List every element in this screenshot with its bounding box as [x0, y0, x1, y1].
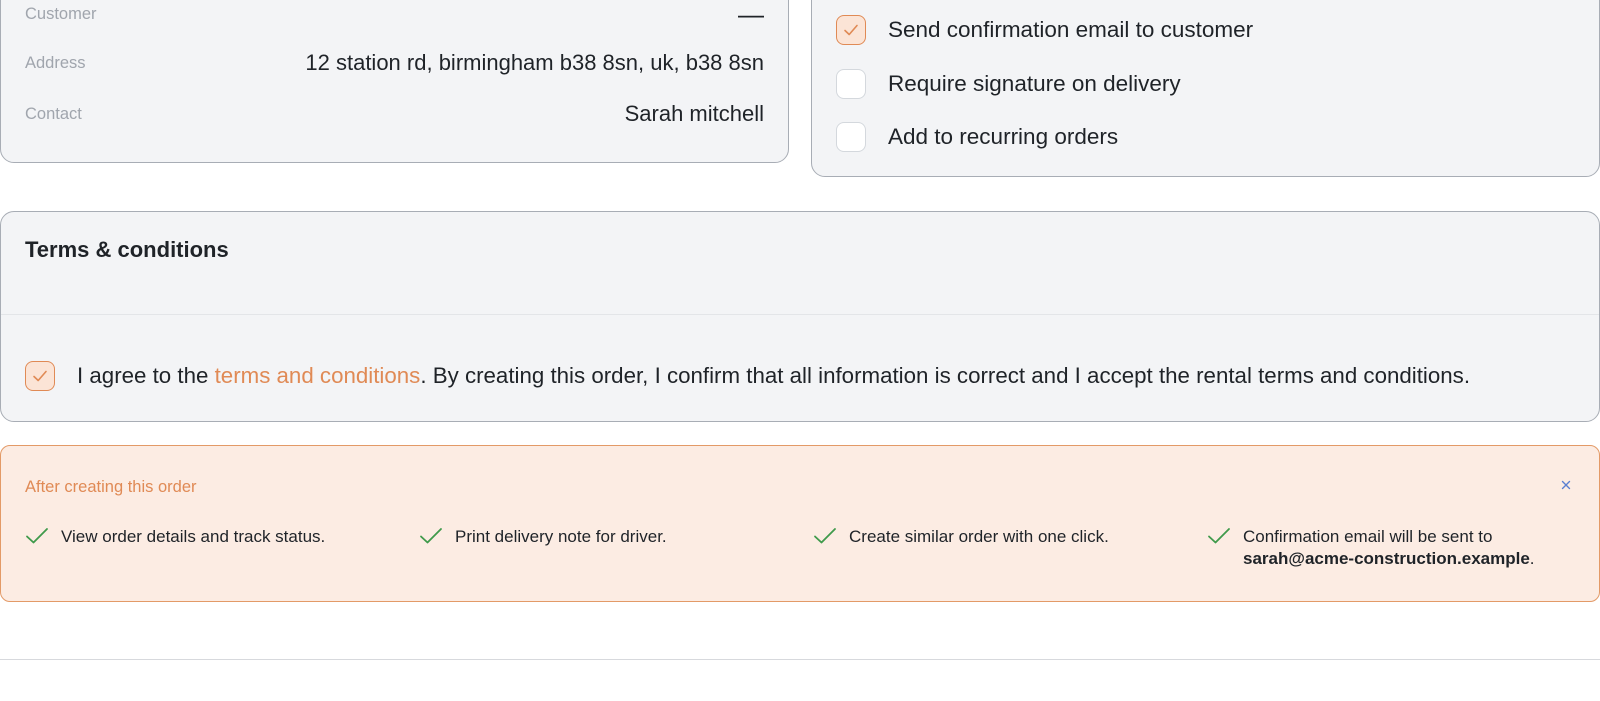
- terms-agree-checkbox[interactable]: [25, 361, 55, 391]
- next-step-text: Create similar order with one click.: [849, 527, 1109, 546]
- contact-label: Contact: [25, 104, 82, 123]
- confirmation-email-prefix: Confirmation email will be sent to: [1243, 527, 1493, 546]
- checkmark-icon: [844, 24, 858, 36]
- recurring-orders-label: Add to recurring orders: [888, 124, 1119, 149]
- after-title: After creating this order: [25, 478, 197, 496]
- require-signature-checkbox[interactable]: [836, 69, 866, 99]
- terms-card: Terms & conditions I agree to the terms …: [0, 211, 1600, 422]
- send-confirmation-checkbox[interactable]: [836, 15, 866, 45]
- terms-agree-suffix: . By creating this order, I confirm that…: [420, 363, 1471, 388]
- checkmark-icon: [33, 370, 47, 382]
- confirmation-email-text: Confirmation email will be sent to sarah@…: [1243, 526, 1535, 570]
- send-confirmation-label: Send confirmation email to customer: [888, 17, 1254, 42]
- address-row: Address 12 station rd, birmingham b38 8s…: [25, 48, 764, 78]
- option-send-confirmation-email[interactable]: Send confirmation email to customer: [836, 13, 1253, 47]
- option-require-signature[interactable]: Require signature on delivery: [836, 67, 1181, 101]
- check-icon: [419, 526, 443, 546]
- customer-email: sarah@acme-construction.example: [1243, 549, 1530, 568]
- address-label: Address: [25, 53, 86, 72]
- next-step-text: Print delivery note for driver.: [455, 527, 667, 546]
- contact-row: Contact Sarah mitchell: [25, 99, 764, 129]
- terms-agree-prefix: I agree to the: [77, 363, 215, 388]
- next-step-text: View order details and track status.: [61, 527, 326, 546]
- require-signature-label: Require signature on delivery: [888, 71, 1181, 96]
- close-icon: [1561, 480, 1571, 490]
- option-recurring-orders[interactable]: Add to recurring orders: [836, 120, 1118, 154]
- check-icon: [1207, 526, 1231, 546]
- customer-value: —: [738, 0, 764, 29]
- contact-value: Sarah mitchell: [624, 101, 764, 126]
- next-step-item: Create similar order with one click.: [813, 526, 1109, 548]
- terms-divider: [1, 314, 1599, 315]
- next-step-item: Confirmation email will be sent to sarah@…: [1207, 526, 1535, 570]
- terms-agree-text: I agree to the terms and conditions. By …: [77, 363, 1470, 389]
- order-summary-card: Customer — Address 12 station rd, birmin…: [0, 0, 789, 163]
- recurring-orders-checkbox[interactable]: [836, 122, 866, 152]
- address-value: 12 station rd, birmingham b38 8sn, uk, b…: [305, 50, 764, 75]
- terms-agree-row[interactable]: I agree to the terms and conditions. By …: [25, 361, 1470, 391]
- close-button[interactable]: [1557, 476, 1575, 494]
- order-options-card: Send confirmation email to customer Requ…: [811, 0, 1600, 177]
- next-step-item: Print delivery note for driver.: [419, 526, 667, 548]
- customer-label: Customer: [25, 4, 97, 23]
- check-icon: [813, 526, 837, 546]
- footer-divider: [0, 659, 1600, 660]
- customer-row: Customer —: [25, 0, 764, 29]
- terms-title: Terms & conditions: [25, 237, 229, 262]
- next-step-item: View order details and track status.: [25, 526, 325, 548]
- confirmation-email-end: .: [1529, 549, 1535, 568]
- terms-link[interactable]: terms and conditions: [215, 363, 421, 388]
- after-creating-notice: After creating this order View order det…: [0, 445, 1600, 602]
- check-icon: [25, 526, 49, 546]
